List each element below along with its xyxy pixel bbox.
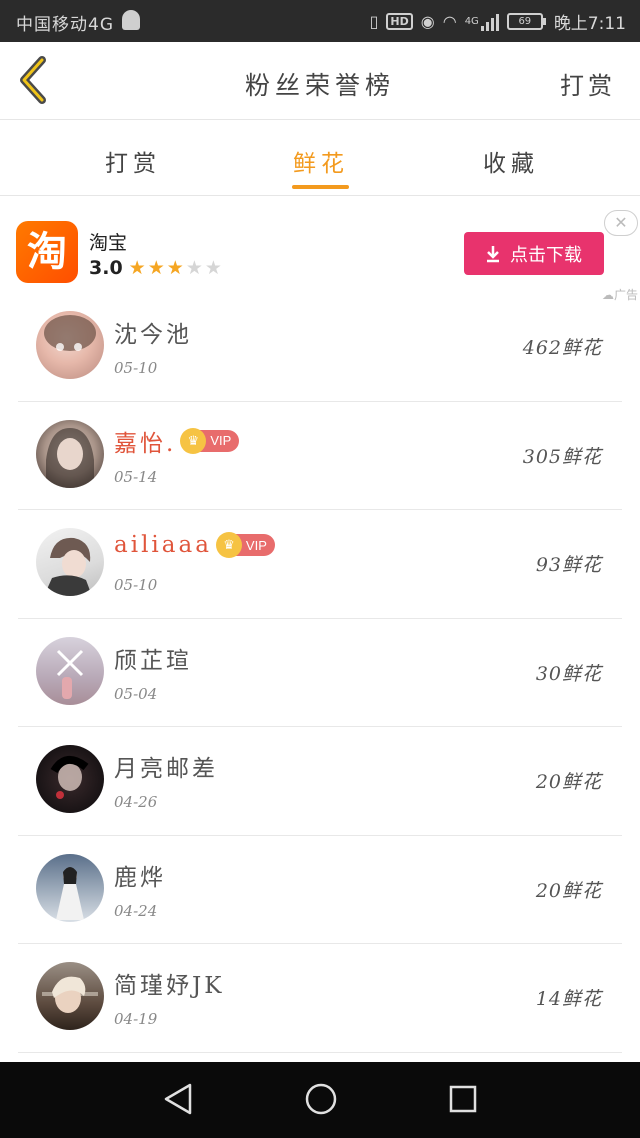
fan-date: 05-10 — [114, 359, 158, 377]
download-button[interactable]: 点击下载 — [464, 232, 604, 275]
fan-name: 沈今池 — [114, 322, 192, 348]
hd-icon: HD — [386, 13, 413, 30]
ad-banner[interactable]: 淘 淘宝 3.0 ★ ★ ★ ★ ★ 点击下载 ✕ ☁广告 — [0, 196, 640, 302]
vibrate-icon: ▯ — [369, 12, 379, 31]
list-item[interactable]: 月亮邮差 04-26 20鲜花 — [18, 727, 622, 836]
fan-date: 05-10 — [114, 576, 158, 594]
fan-name: 鹿烨 — [114, 864, 166, 891]
tab-bar: 打赏 鲜花 收藏 — [0, 120, 640, 196]
fan-list: 沈今池 05-10 462鲜花 嘉怡. ♛ VIP 05-14 305鲜花 ail… — [18, 293, 622, 1053]
fan-name: 简瑾妤JK — [114, 973, 225, 999]
star-icon: ★ — [128, 257, 146, 279]
list-item[interactable]: 鹿烨 04-24 20鲜花 — [18, 836, 622, 944]
flower-count: 305鲜花 — [522, 445, 602, 468]
fan-date: 05-04 — [114, 684, 158, 703]
ad-app-name: 淘宝 — [89, 232, 128, 254]
fan-name: 月亮邮差 — [114, 756, 218, 782]
avatar — [36, 528, 104, 596]
flower-count: 20鲜花 — [535, 879, 602, 902]
signal-icon — [480, 13, 499, 31]
star-icon: ★ — [147, 257, 165, 279]
status-bar: 中国移动4G ▯ HD ◉ ◠ 4G 69 晚上7:11 — [0, 0, 640, 42]
list-item[interactable]: 沈今池 05-10 462鲜花 — [18, 293, 622, 402]
fan-name: 颀芷瑄 — [114, 647, 192, 674]
fan-date: 04-24 — [114, 901, 158, 920]
carrier-label: 中国移动4G — [16, 15, 114, 35]
status-icons: ▯ HD ◉ ◠ 4G 69 晚上7:11 — [370, 9, 626, 34]
vip-badge: ♛ VIP — [215, 532, 275, 558]
download-icon — [487, 245, 499, 262]
ad-rating: 3.0 ★ ★ ★ ★ ★ — [89, 257, 222, 279]
avatar — [36, 419, 104, 488]
list-item[interactable]: 颀芷瑄 05-04 30鲜花 — [18, 619, 622, 727]
fan-date: 04-26 — [114, 793, 158, 811]
reward-button[interactable]: 打赏 — [560, 66, 616, 101]
list-item[interactable]: 嘉怡. ♛ VIP 05-14 305鲜花 — [18, 402, 622, 510]
vip-badge: ♛ VIP — [180, 427, 240, 454]
flower-count: 462鲜花 — [522, 337, 602, 359]
nav-bar: 粉丝荣誉榜 打赏 — [0, 42, 640, 120]
fan-date: 04-19 — [114, 1010, 158, 1028]
list-item[interactable]: ailiaaa ♛ VIP 05-10 93鲜花 — [18, 510, 622, 619]
crown-icon: ♛ — [180, 427, 207, 454]
fan-name: 嘉怡. ♛ VIP — [114, 424, 240, 458]
tab-flowers[interactable]: 鲜花 — [293, 144, 349, 178]
rating-stars: ★ ★ ★ ★ ★ — [129, 257, 222, 279]
clock: 晚上7:11 — [553, 14, 626, 34]
taobao-logo-icon: 淘 — [16, 221, 78, 283]
avatar — [36, 311, 104, 379]
avatar — [36, 853, 104, 922]
fan-date: 05-14 — [114, 467, 158, 486]
wifi-icon: ◠ — [442, 12, 457, 31]
ad-rating-value: 3.0 — [89, 257, 123, 279]
tab-favorites[interactable]: 收藏 — [483, 144, 539, 178]
download-label: 点击下载 — [510, 244, 582, 266]
notification-bell-icon — [122, 10, 140, 30]
avatar — [36, 636, 104, 705]
ad-close-button[interactable]: ✕ — [604, 210, 638, 236]
home-circle-icon[interactable] — [304, 1082, 338, 1116]
flower-count: 30鲜花 — [535, 662, 602, 685]
tab-reward[interactable]: 打赏 — [105, 144, 161, 178]
battery-level: 69 — [506, 13, 543, 30]
eye-icon: ◉ — [420, 12, 435, 31]
avatar — [36, 962, 104, 1030]
page-title: 粉丝荣誉榜 — [244, 71, 395, 100]
star-icon: ★ — [204, 257, 222, 279]
avatar — [36, 745, 104, 813]
star-icon: ★ — [166, 257, 184, 279]
system-nav-bar — [0, 1062, 640, 1138]
flower-count: 14鲜花 — [535, 988, 602, 1010]
flower-count: 20鲜花 — [535, 771, 602, 793]
active-tab-indicator — [292, 185, 349, 189]
flower-count: 93鲜花 — [535, 554, 602, 576]
crown-icon: ♛ — [215, 532, 242, 558]
network-type: 4G — [464, 16, 479, 27]
fan-name: ailiaaa ♛ VIP — [114, 532, 275, 558]
star-icon: ★ — [185, 257, 203, 279]
battery-icon: 69 — [506, 13, 546, 30]
list-item[interactable]: 简瑾妤JK 04-19 14鲜花 — [18, 944, 622, 1053]
recents-square-icon[interactable] — [447, 1082, 479, 1116]
back-triangle-icon[interactable] — [162, 1082, 194, 1116]
